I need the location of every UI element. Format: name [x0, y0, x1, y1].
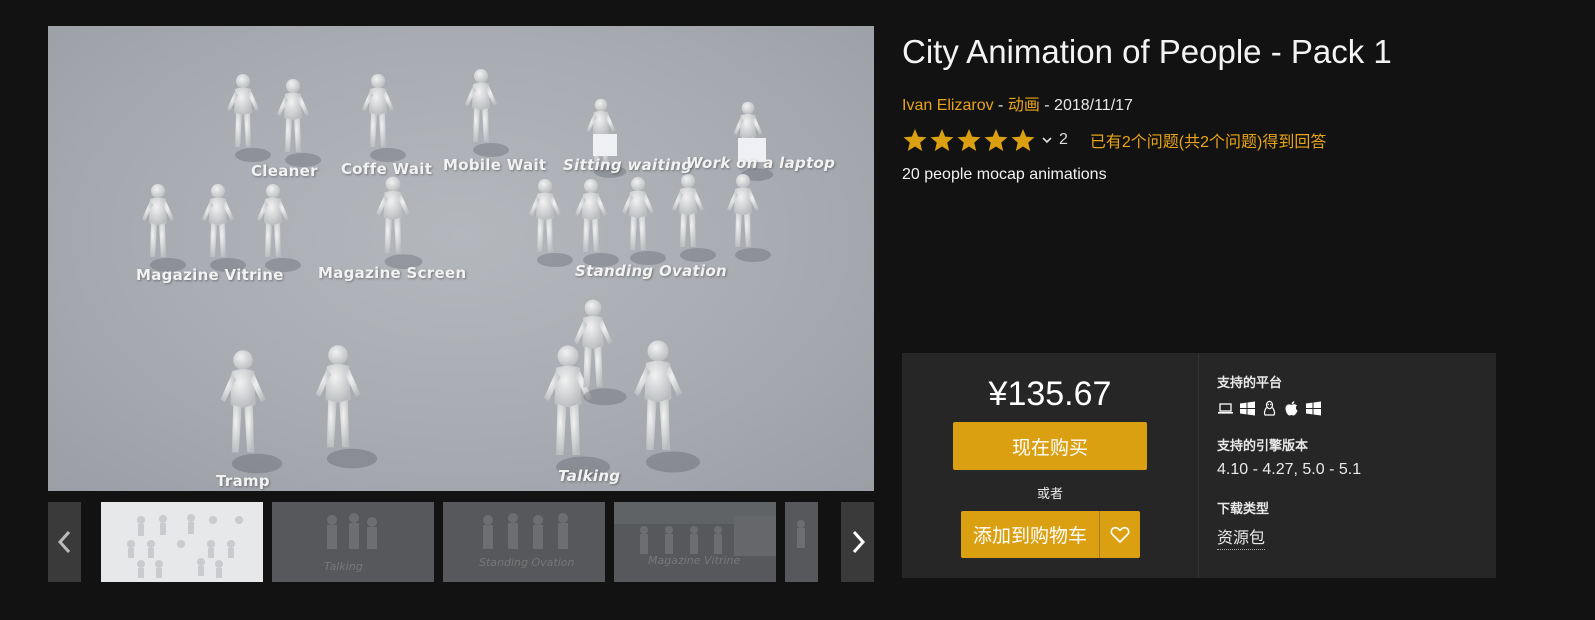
- release-date: 2018/11/17: [1054, 97, 1133, 114]
- thumbnail-overlay: [785, 502, 818, 582]
- category-link[interactable]: 动画: [1008, 97, 1040, 114]
- label-tramp: Tramp: [216, 472, 270, 490]
- mannequin-figure: [277, 79, 321, 167]
- price: ¥135.67: [988, 375, 1112, 413]
- rating-row: 2 已有2个问题(共2个问题)得到回答: [902, 127, 1326, 153]
- label-standing-ovation: Standing Ovation: [575, 262, 728, 280]
- laptop-icon: [1218, 403, 1233, 414]
- mannequin-figure: [227, 74, 271, 162]
- star-icon: [957, 129, 981, 151]
- star-icon: [903, 129, 927, 151]
- short-description: 20 people mocap animations: [902, 166, 1107, 183]
- windows-icon: [1306, 401, 1321, 416]
- thumbnail-next-button[interactable]: [841, 502, 874, 582]
- mannequin-figure: [142, 184, 186, 272]
- star-icon: [984, 129, 1008, 151]
- label-magazine-vitrine: Magazine Vitrine: [136, 266, 284, 284]
- linux-icon: [1263, 400, 1276, 416]
- mannequin-figure: [622, 177, 666, 265]
- meta-separator: -: [993, 97, 1008, 114]
- product-meta: Ivan Elizarov - 动画 - 2018/11/17: [902, 91, 1133, 115]
- label-talking: Talking: [558, 467, 621, 485]
- author-link[interactable]: Ivan Elizarov: [902, 97, 994, 114]
- apple-icon: [1285, 401, 1298, 416]
- download-type[interactable]: 资源包: [1217, 524, 1266, 550]
- chevron-down-icon[interactable]: [1041, 134, 1053, 146]
- mannequin-figure: [465, 69, 509, 157]
- chevron-left-icon: [57, 530, 70, 554]
- windows-icon: [1240, 401, 1255, 416]
- mannequin-figure: [727, 174, 771, 262]
- thumbnail-overlay: [443, 502, 605, 582]
- rating-stars[interactable]: [902, 128, 1036, 152]
- mannequin-figure: [257, 184, 301, 272]
- heart-icon: [1110, 526, 1130, 543]
- platform-icons: [1217, 400, 1322, 417]
- mannequin-figure: [202, 184, 246, 272]
- thumbnail-strip: Talking Standing Ovation Magazine Vitrin…: [48, 502, 874, 582]
- thumbnail-4[interactable]: Magazine Vitrine: [614, 502, 776, 582]
- thumbnail-label: Standing Ovation: [479, 556, 575, 569]
- label-work-on-a-laptop: Work on a laptop: [686, 154, 836, 172]
- label-coffe-wait: Coffe Wait: [341, 160, 433, 178]
- mannequin-figure: [220, 350, 283, 474]
- star-icon: [1011, 129, 1035, 151]
- thumbnail-label: Magazine Vitrine: [648, 554, 741, 567]
- meta-separator: -: [1039, 97, 1055, 114]
- mannequin-figure: [672, 174, 716, 262]
- engine-versions: 4.10 - 4.27, 5.0 - 5.1: [1217, 461, 1362, 478]
- thumbnail-3[interactable]: Standing Ovation: [443, 502, 605, 582]
- mannequin-scene: [142, 69, 774, 478]
- add-to-cart-button[interactable]: 添加到购物车: [961, 511, 1099, 558]
- thumbnail-prev-button[interactable]: [48, 502, 81, 582]
- platforms-heading: 支持的平台: [1217, 375, 1283, 390]
- purchase-divider: [1198, 353, 1199, 578]
- rating-count: 2: [1059, 131, 1068, 148]
- chevron-right-icon: [852, 530, 865, 554]
- or-label: 或者: [1036, 486, 1063, 501]
- buy-now-button[interactable]: 现在购买: [953, 422, 1147, 470]
- star-icon: [930, 129, 954, 151]
- thumbnail-1[interactable]: [101, 502, 263, 582]
- thumbnail-label: Talking: [324, 560, 363, 573]
- thumbnail-2[interactable]: Talking: [272, 502, 434, 582]
- label-cleaner: Cleaner: [251, 162, 318, 180]
- mannequin-figure: [315, 345, 378, 469]
- mannequin-figure: [634, 340, 700, 473]
- thumbnail-5[interactable]: [785, 502, 818, 582]
- mannequin-figure: [362, 74, 406, 162]
- wishlist-button[interactable]: [1099, 511, 1140, 558]
- label-mobile-wait: Mobile Wait: [443, 156, 547, 174]
- mannequin-figure: [575, 179, 619, 267]
- purchase-box: ¥135.67 现在购买 或者 添加到购物车 支持的平台 支持的引擎版本 4.1: [902, 353, 1496, 578]
- mannequin-figure: [529, 179, 573, 267]
- thumbnail-overlay: [614, 502, 776, 582]
- hero-image[interactable]: Cleaner Coffe Wait Mobile Wait Sitting w…: [48, 26, 874, 491]
- label-magazine-screen: Magazine Screen: [318, 264, 467, 282]
- questions-link[interactable]: 已有2个问题(共2个问题)得到回答: [1090, 128, 1326, 152]
- engine-versions-heading: 支持的引擎版本: [1217, 438, 1309, 453]
- thumbnail-image: [127, 514, 243, 578]
- label-sitting-waiting: Sitting waiting: [563, 156, 693, 174]
- mannequin-figure: [376, 176, 423, 270]
- download-type-heading: 下载类型: [1217, 501, 1270, 516]
- product-title: City Animation of People - Pack 1: [902, 33, 1392, 70]
